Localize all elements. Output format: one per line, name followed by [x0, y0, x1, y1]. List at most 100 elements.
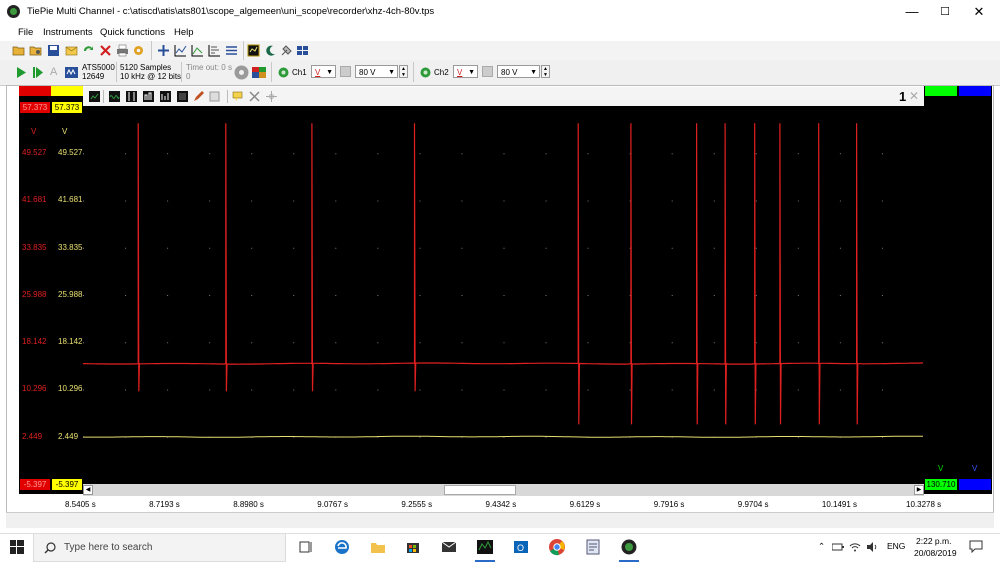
volume-icon[interactable] — [866, 541, 878, 553]
analyze-icon[interactable] — [208, 44, 221, 57]
save-icon[interactable] — [47, 44, 60, 57]
refresh-icon[interactable] — [82, 44, 95, 57]
timeout-value[interactable]: 0 — [186, 72, 190, 81]
sample-rate[interactable]: 10 kHz @ 12 bits — [120, 72, 181, 81]
auto-icon[interactable]: A — [50, 66, 57, 78]
ch2-enable-icon[interactable] — [420, 67, 431, 78]
grid-dot — [587, 153, 589, 155]
menu-file[interactable]: File — [18, 27, 33, 38]
close-graph-icon[interactable]: ✕ — [909, 89, 919, 103]
wifi-icon[interactable] — [849, 541, 861, 553]
ch2-bottom-value[interactable]: -5.397 — [52, 479, 82, 490]
store-icon[interactable] — [404, 538, 422, 556]
trigger-gear-icon[interactable] — [233, 64, 250, 81]
resize-icon[interactable] — [209, 91, 220, 102]
email-icon[interactable] — [65, 44, 78, 57]
ch1-enable-icon[interactable] — [278, 67, 289, 78]
ch1-probe-button[interactable] — [340, 66, 351, 77]
ch2-range-select[interactable]: 80 V ▼ — [497, 65, 540, 78]
fit-icon[interactable] — [249, 91, 260, 102]
time-tick-label: 9.4342 s — [485, 500, 517, 509]
open-settings-icon[interactable] — [29, 44, 42, 57]
settings-lines-icon[interactable] — [225, 44, 238, 57]
comment-icon[interactable] — [232, 91, 243, 102]
ch4-color-tab[interactable] — [959, 86, 991, 96]
scope-app-icon[interactable] — [476, 538, 494, 556]
taskbar-search-box[interactable]: Type here to search — [33, 533, 286, 562]
grid-dot — [209, 295, 211, 296]
horizontal-scrollbar[interactable]: ◀ ▶ — [83, 484, 924, 496]
ch2-range-spinner[interactable]: ▲ ▼ — [541, 65, 550, 78]
ch2-probe-button[interactable] — [482, 66, 493, 77]
ch1-bottom-value[interactable]: -5.397 — [20, 479, 50, 490]
ch1-range-select[interactable]: 80 V ▼ — [355, 65, 398, 78]
ch4-bottom-value[interactable] — [959, 479, 991, 490]
ch3-color-tab[interactable] — [925, 86, 957, 96]
gear-icon[interactable] — [132, 44, 145, 57]
ch1-top-value[interactable]: 57.373 — [20, 102, 50, 113]
moon-icon[interactable] — [264, 44, 277, 57]
probe-icon[interactable] — [280, 44, 293, 57]
clock-date[interactable]: 20/08/2019 — [914, 548, 957, 558]
document-app-icon[interactable] — [584, 538, 602, 556]
cursor-icon[interactable] — [126, 91, 137, 102]
grid-dot — [461, 153, 463, 155]
delete-icon[interactable] — [99, 44, 112, 57]
task-view-icon[interactable] — [297, 538, 315, 556]
open-folder-icon[interactable] — [12, 44, 25, 57]
scope-plot[interactable] — [83, 106, 924, 484]
chrome-icon[interactable] — [548, 538, 566, 556]
maximize-button[interactable]: ☐ — [928, 0, 962, 24]
ch2-unit: V — [62, 127, 68, 136]
ch2-top-value[interactable]: 57.373 — [52, 102, 82, 113]
ch1-range-spinner[interactable]: ▲ ▼ — [399, 65, 408, 78]
grid-dot — [293, 295, 295, 296]
minimize-button[interactable]: — — [895, 0, 929, 24]
grid-dot — [881, 247, 883, 249]
outlook-icon[interactable]: O — [512, 538, 530, 556]
notifications-icon[interactable] — [969, 540, 983, 553]
print-icon[interactable] — [116, 44, 129, 57]
add-graph-icon[interactable] — [157, 44, 170, 57]
screen-icon[interactable] — [247, 44, 260, 57]
film-icon[interactable] — [177, 91, 188, 102]
play-icon[interactable] — [17, 67, 26, 78]
signal-icon[interactable] — [109, 91, 120, 102]
menu-instruments[interactable]: Instruments — [43, 27, 93, 38]
ch3-bottom-value[interactable]: 130.710 — [925, 479, 957, 490]
file-explorer-icon[interactable] — [369, 538, 387, 556]
ch2-y-tick-label: 18.142 — [58, 337, 83, 347]
single-shot-icon[interactable] — [33, 67, 43, 78]
ch1-color-tab[interactable] — [19, 86, 51, 96]
ch2-coupling-select[interactable]: V ▼ — [453, 65, 478, 78]
record-length[interactable]: 5120 Samples — [120, 63, 171, 72]
grid-dot — [797, 342, 799, 344]
clock-time[interactable]: 2:22 p.m. — [916, 536, 951, 546]
graph-type-icon[interactable] — [89, 91, 100, 102]
ch1-coupling-select[interactable]: V ▼ — [311, 65, 336, 78]
ch2-color-tab[interactable] — [51, 86, 83, 96]
bar-icon[interactable] — [160, 91, 171, 102]
meter-icon[interactable] — [191, 44, 204, 57]
tiepie-task-icon[interactable] — [620, 538, 638, 556]
scroll-left-icon[interactable]: ◀ — [83, 485, 93, 495]
menu-help[interactable]: Help — [174, 27, 194, 38]
pencil-icon[interactable] — [193, 91, 204, 102]
menu-quick-functions[interactable]: Quick functions — [100, 27, 165, 38]
mail-icon[interactable] — [440, 538, 458, 556]
marker-icon[interactable] — [266, 91, 277, 102]
channels-icon[interactable] — [296, 44, 309, 57]
tray-chevron-icon[interactable]: ⌃ — [818, 541, 825, 552]
language-indicator[interactable]: ENG — [887, 541, 905, 551]
battery-icon[interactable] — [832, 542, 844, 552]
edge-icon[interactable] — [333, 538, 351, 556]
grid-dot — [797, 200, 799, 202]
grid-dot — [209, 247, 211, 249]
measure-icon[interactable] — [143, 91, 154, 102]
scroll-right-icon[interactable]: ▶ — [914, 485, 924, 495]
close-button[interactable]: ✕ — [962, 0, 996, 24]
scroll-thumb[interactable] — [444, 485, 516, 495]
windows-start-icon[interactable] — [10, 540, 24, 554]
graph-tool-icon[interactable] — [174, 44, 187, 57]
color-grid-icon[interactable] — [252, 67, 266, 78]
